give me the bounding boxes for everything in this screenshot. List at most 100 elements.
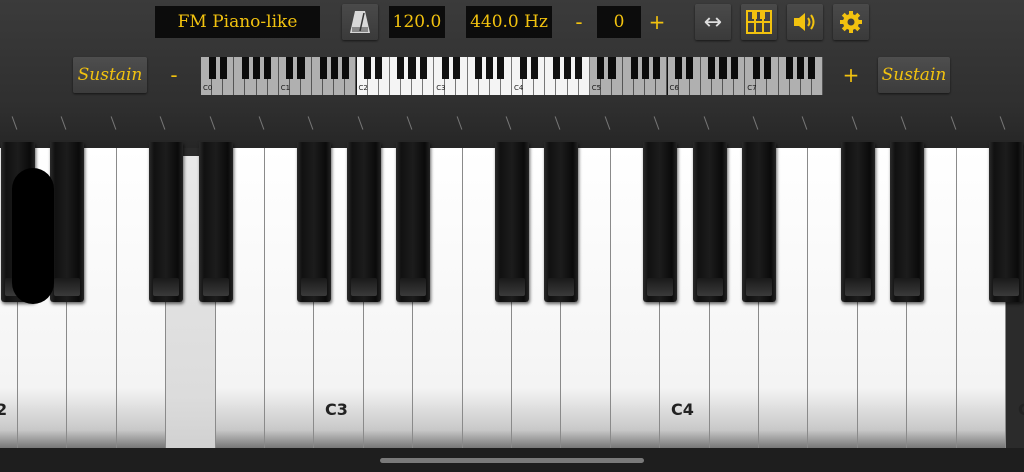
mini-keyboard-navigator[interactable]: C0 C1 C2 C3 C4 C5 C6 C7 <box>201 57 823 95</box>
black-key[interactable] <box>149 142 184 302</box>
rail-tick <box>159 116 166 130</box>
rail-tick <box>802 116 808 130</box>
rail-tick <box>308 116 314 130</box>
mini-black-key <box>297 57 305 79</box>
tuning-display[interactable]: 440.0 Hz <box>466 6 552 38</box>
mini-black-key <box>630 57 638 79</box>
black-key[interactable] <box>495 142 529 302</box>
mini-black-key <box>797 57 805 79</box>
instrument-display[interactable]: FM Piano-like <box>155 6 320 38</box>
black-key[interactable] <box>643 142 678 302</box>
swap-button[interactable]: ↔ <box>695 4 731 40</box>
rail-tick <box>406 116 413 130</box>
rail-tick <box>357 116 364 130</box>
black-key[interactable] <box>544 142 579 302</box>
mini-octave-label: C2 <box>358 84 368 92</box>
piano-keyboard[interactable]: 2 C3 C4 C <box>0 106 1024 448</box>
mini-octave-label: C1 <box>280 84 291 92</box>
mini-black-key <box>441 57 449 79</box>
mini-black-key <box>364 57 372 79</box>
mini-octave-label: C6 <box>669 84 679 92</box>
black-key[interactable] <box>890 142 925 302</box>
swap-arrows-icon: ↔ <box>703 9 723 35</box>
metronome-icon <box>350 11 370 33</box>
black-key[interactable] <box>297 142 332 302</box>
key-label: C4 <box>671 400 694 419</box>
sustain-left-button[interactable]: Sustain <box>73 57 147 93</box>
keyboard-grid-icon <box>746 10 772 34</box>
rail-tick <box>456 116 462 130</box>
toolbar: FM Piano-like 120.0 440.0 Hz - 0 + ↔ Sus… <box>0 0 1024 106</box>
mini-black-key <box>719 57 727 79</box>
key-label: C3 <box>325 400 348 419</box>
mini-black-key <box>563 57 572 79</box>
mini-black-key <box>475 57 483 79</box>
black-key[interactable] <box>692 142 727 302</box>
touch-indicator <box>12 168 54 304</box>
mini-black-key <box>786 57 794 79</box>
transpose-minus-button[interactable]: - <box>568 6 590 38</box>
mini-black-key <box>419 57 427 79</box>
rail-tick <box>61 116 67 130</box>
mini-black-key <box>486 57 494 79</box>
mini-black-key <box>341 57 349 79</box>
metronome-button[interactable] <box>342 4 378 40</box>
sound-button[interactable] <box>787 4 823 40</box>
rail-tick <box>703 116 709 130</box>
mini-black-key <box>219 57 227 79</box>
mini-black-key <box>530 57 538 79</box>
mini-octave-label: C5 <box>591 84 602 92</box>
settings-button[interactable] <box>833 4 869 40</box>
rail-tick <box>752 116 759 130</box>
octave-minus-button[interactable]: - <box>163 59 185 91</box>
mini-octave-label: C7 <box>747 84 757 92</box>
mini-black-key <box>264 57 272 79</box>
black-key[interactable] <box>989 142 1023 302</box>
black-key[interactable] <box>198 142 233 302</box>
mini-black-key <box>730 57 738 79</box>
rail-tick <box>950 116 956 130</box>
mini-black-key <box>763 57 771 79</box>
mini-black-key <box>686 57 694 79</box>
mini-black-key <box>208 57 216 79</box>
key-label: 2 <box>0 400 8 419</box>
mini-black-key <box>575 57 583 79</box>
mini-black-key <box>752 57 760 79</box>
mini-black-key <box>552 57 560 79</box>
rail-tick <box>653 116 660 130</box>
black-key[interactable] <box>396 142 431 302</box>
mini-black-key <box>252 57 261 79</box>
mini-black-key <box>286 57 294 79</box>
mini-black-key <box>808 57 816 79</box>
mini-black-key <box>330 57 338 79</box>
rail-tick <box>851 116 858 130</box>
mini-black-key <box>597 57 605 79</box>
rail-tick <box>258 116 265 130</box>
mini-black-key <box>519 57 527 79</box>
black-key[interactable] <box>50 142 85 302</box>
black-key[interactable] <box>840 142 875 302</box>
mini-black-key <box>608 57 616 79</box>
rail-tick <box>604 116 611 130</box>
mini-black-key <box>408 57 416 79</box>
mini-black-key <box>375 57 383 79</box>
rail-tick <box>505 116 512 130</box>
mini-black-key <box>452 57 460 79</box>
tempo-display[interactable]: 120.0 <box>389 6 445 38</box>
transpose-plus-button[interactable]: + <box>646 6 668 38</box>
mini-black-key <box>241 57 249 79</box>
keyboard-layout-button[interactable] <box>741 4 777 40</box>
sustain-right-button[interactable]: Sustain <box>878 57 950 93</box>
black-key[interactable] <box>346 142 381 302</box>
rail-tick <box>999 116 1006 130</box>
rail-tick <box>209 116 215 130</box>
home-indicator[interactable] <box>380 458 644 463</box>
rail-tick <box>900 116 907 130</box>
mini-octave-label: C4 <box>514 84 524 92</box>
gear-icon <box>840 11 862 33</box>
rail-tick <box>555 116 561 130</box>
black-key[interactable] <box>742 142 776 302</box>
octave-plus-button[interactable]: + <box>840 59 862 91</box>
mini-octave-label: C3 <box>436 84 446 92</box>
mini-black-key <box>497 57 505 79</box>
